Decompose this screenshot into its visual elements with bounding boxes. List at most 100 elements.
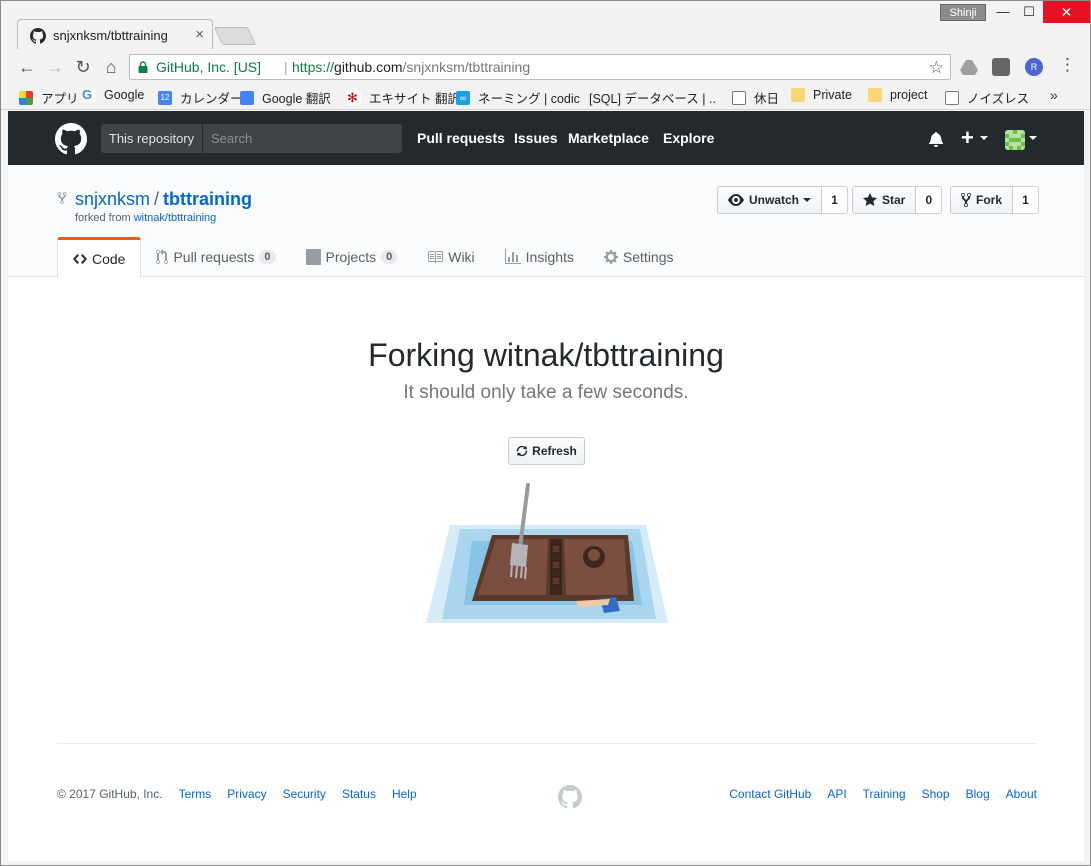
- browser-menu-icon[interactable]: ⋮: [1059, 55, 1076, 75]
- sync-icon: [516, 445, 528, 457]
- minimize-button[interactable]: —: [989, 1, 1017, 23]
- footer-link-help[interactable]: Help: [392, 787, 417, 801]
- fork-head: [510, 543, 528, 567]
- footer-link-about[interactable]: About: [1006, 787, 1037, 801]
- folder-icon: [791, 88, 805, 102]
- home-icon[interactable]: ⌂: [101, 57, 121, 77]
- page-icon: [732, 90, 746, 105]
- footer-link-terms[interactable]: Terms: [179, 787, 212, 801]
- extension-icon[interactable]: [992, 58, 1010, 76]
- bell-icon[interactable]: [929, 131, 943, 147]
- bookmark-item[interactable]: G Google: [82, 88, 144, 102]
- tab-wiki[interactable]: Wiki: [412, 237, 489, 277]
- unwatch-button[interactable]: Unwatch: [717, 186, 823, 214]
- github-favicon-icon: [30, 28, 46, 44]
- browser-window: snjxnksm/tbttraining × Shinji — ☐ ✕ ← → …: [0, 0, 1091, 866]
- footer-link-blog[interactable]: Blog: [966, 787, 990, 801]
- footer-link-privacy[interactable]: Privacy: [227, 787, 266, 801]
- watchers-count[interactable]: 1: [822, 186, 849, 214]
- reload-icon[interactable]: ↻: [73, 57, 93, 77]
- profile-chip[interactable]: Shinji: [940, 4, 986, 21]
- new-tab-button[interactable]: [213, 27, 257, 45]
- bookmark-item[interactable]: 12 カレンダー: [158, 88, 243, 107]
- footer-link-security[interactable]: Security: [283, 787, 326, 801]
- github-mark-icon[interactable]: [55, 123, 87, 155]
- create-new-icon[interactable]: +: [961, 125, 974, 151]
- bookmarks-overflow-icon[interactable]: »: [1050, 87, 1058, 103]
- fork-tine: [520, 565, 523, 579]
- repo-nav: Code Pull requests 0 Projects 0 Wiki Insig…: [57, 237, 689, 278]
- google-icon: G: [82, 88, 96, 102]
- chevron-down-icon: [1029, 136, 1037, 140]
- bookmark-item[interactable]: ✻ エキサイト 翻訳: [347, 88, 460, 107]
- bookmark-item[interactable]: ノイズレス: [945, 88, 1029, 107]
- bookmark-item[interactable]: Google 翻訳: [240, 88, 331, 107]
- apps-grid-icon: [19, 90, 33, 105]
- bookmark-item[interactable]: [SQL] データベース | ...: [581, 88, 717, 107]
- header-search: This repository: [101, 124, 402, 153]
- url-text[interactable]: https://github.com/snjxnksm/tbttraining: [292, 59, 530, 75]
- repo-owner-link[interactable]: snjxnksm: [75, 189, 150, 209]
- address-bar[interactable]: GitHub, Inc. [US] | https://github.com/s…: [129, 54, 951, 80]
- footer-link-api[interactable]: API: [827, 787, 846, 801]
- search-input[interactable]: [203, 124, 402, 153]
- nav-explore[interactable]: Explore: [663, 130, 714, 146]
- bookmark-item[interactable]: project: [868, 88, 928, 102]
- back-arrow-icon[interactable]: ←: [17, 57, 37, 77]
- maximize-button[interactable]: ☐: [1015, 1, 1043, 23]
- forward-arrow-icon[interactable]: →: [45, 57, 65, 77]
- close-window-button[interactable]: ✕: [1043, 1, 1090, 23]
- forks-count[interactable]: 1: [1013, 186, 1040, 214]
- repo-path-separator: /: [154, 189, 160, 209]
- tab-insights[interactable]: Insights: [490, 237, 589, 277]
- footer-right: Contact GitHub API Training Shop Blog Ab…: [713, 787, 1037, 801]
- excite-icon: ✻: [347, 90, 361, 105]
- footer-link-training[interactable]: Training: [863, 787, 906, 801]
- search-scope-label[interactable]: This repository: [101, 124, 203, 153]
- site-footer: © 2017 GitHub, Inc. Terms Privacy Securi…: [57, 743, 1037, 809]
- watch-action: Unwatch 1: [717, 186, 849, 214]
- repo-name-link[interactable]: tbttraining: [163, 189, 252, 209]
- github-mark-icon[interactable]: [558, 785, 582, 809]
- nav-issues[interactable]: Issues: [514, 130, 558, 146]
- url-host: github.com: [334, 59, 403, 75]
- footer-link-contact[interactable]: Contact GitHub: [729, 787, 811, 801]
- graph-icon: [504, 249, 521, 264]
- nav-pull-requests[interactable]: Pull requests: [417, 130, 505, 146]
- tab-settings[interactable]: Settings: [589, 237, 689, 277]
- code-icon: [73, 254, 87, 264]
- url-scheme: https://: [292, 59, 335, 75]
- tab-close-icon[interactable]: ×: [195, 26, 204, 43]
- avatar[interactable]: [1005, 130, 1025, 150]
- bookmark-item[interactable]: アプリ: [19, 88, 79, 107]
- stargazers-count[interactable]: 0: [916, 186, 943, 214]
- extension-r-icon[interactable]: R: [1025, 58, 1043, 76]
- drive-extension-icon[interactable]: [960, 58, 978, 76]
- lock-icon: [138, 61, 148, 73]
- fork-action: Fork 1: [950, 186, 1040, 214]
- star-button[interactable]: Star: [852, 186, 917, 214]
- url-separator: |: [284, 59, 288, 75]
- calendar-icon: 12: [158, 90, 172, 105]
- tab-code[interactable]: Code: [57, 237, 142, 278]
- repo-header: snjxnksm / tbttraining forked from witnak/…: [8, 165, 1084, 278]
- bookmark-item[interactable]: ∞ ネーミング | codic: [456, 88, 580, 107]
- footer-link-shop[interactable]: Shop: [922, 787, 950, 801]
- bookmark-item[interactable]: 休日: [732, 88, 779, 107]
- forked-from-link[interactable]: witnak/tbttraining: [134, 212, 217, 224]
- tab-pull-requests[interactable]: Pull requests 0: [141, 237, 290, 277]
- forking-illustration: [426, 483, 668, 623]
- refresh-button[interactable]: Refresh: [508, 437, 585, 465]
- spine-block: [551, 560, 561, 570]
- ev-certificate-name[interactable]: GitHub, Inc. [US]: [156, 59, 261, 75]
- tab-projects[interactable]: Projects 0: [291, 237, 413, 277]
- github-header: This repository Pull requests Issues Mar…: [8, 111, 1084, 165]
- nav-marketplace[interactable]: Marketplace: [568, 130, 649, 146]
- bookmark-item[interactable]: Private: [791, 88, 852, 102]
- bookmarks-bar: アプリ G Google 12 カレンダー Google 翻訳 ✻ エキサイト 翻訳 …: [1, 85, 1090, 110]
- bookmark-star-icon[interactable]: ☆: [929, 58, 944, 78]
- fork-button[interactable]: Fork: [950, 186, 1014, 214]
- browser-tab[interactable]: snjxnksm/tbttraining ×: [17, 19, 213, 49]
- forking-heading: Forking witnak/tbttraining: [368, 337, 724, 373]
- footer-link-status[interactable]: Status: [342, 787, 376, 801]
